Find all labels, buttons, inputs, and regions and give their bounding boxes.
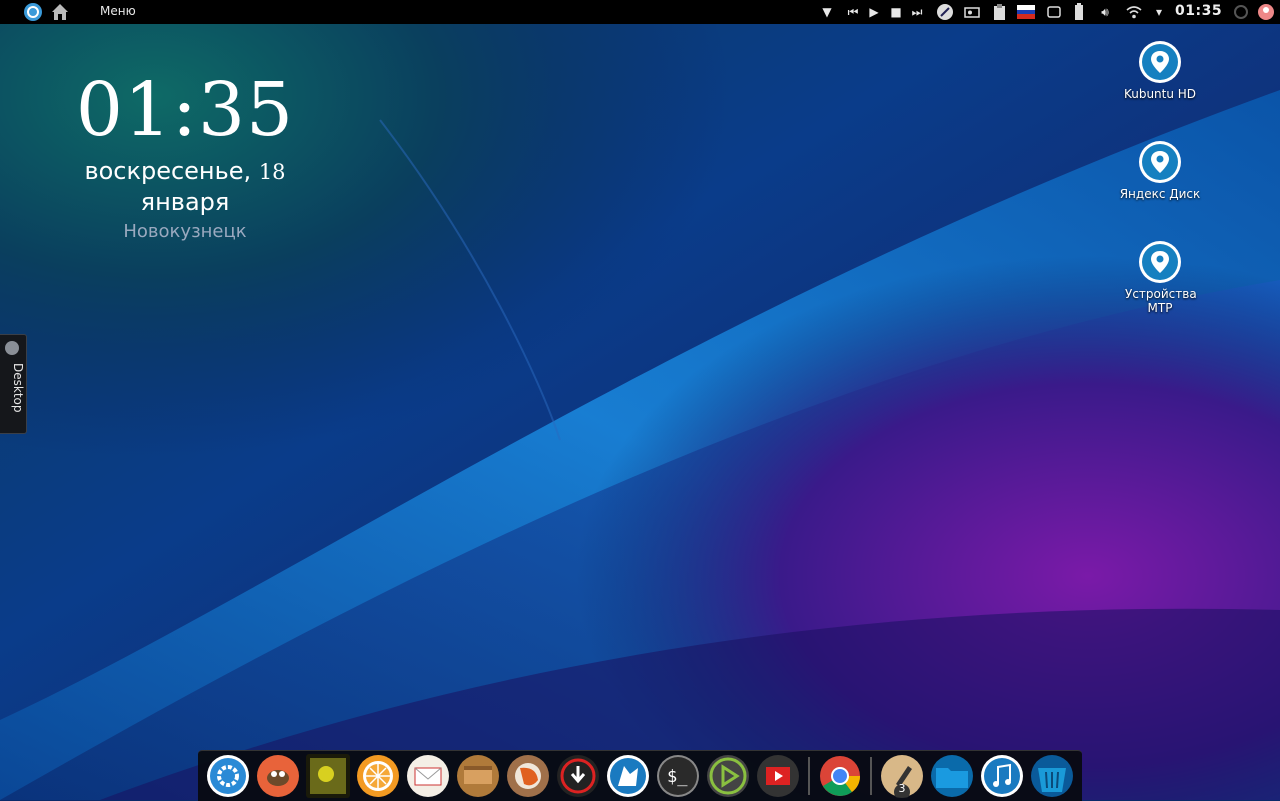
orange-slice-icon[interactable] bbox=[356, 754, 400, 798]
folder-icon[interactable] bbox=[930, 754, 974, 798]
location-pin-icon bbox=[1137, 39, 1183, 85]
package-box-icon[interactable] bbox=[456, 754, 500, 798]
battery-icon[interactable] bbox=[1070, 3, 1088, 21]
disk-drive-icon[interactable] bbox=[963, 3, 981, 21]
dock-separator bbox=[870, 757, 872, 795]
music-note-icon[interactable] bbox=[980, 754, 1024, 798]
home-icon[interactable] bbox=[50, 2, 70, 22]
dock-badge: 3 bbox=[898, 782, 906, 795]
stop-icon[interactable]: ■ bbox=[887, 3, 905, 21]
mail-envelope-icon[interactable] bbox=[406, 754, 450, 798]
previous-track-icon[interactable]: ⏮ bbox=[844, 3, 862, 21]
next-track-icon[interactable]: ⏭ bbox=[908, 3, 926, 21]
rocket-launcher-icon[interactable] bbox=[936, 3, 954, 21]
desktop-icon-mtp-devices[interactable]: Устройства MTP bbox=[1110, 239, 1210, 315]
dock-separator bbox=[808, 757, 810, 795]
kde-logo-icon[interactable] bbox=[23, 2, 43, 22]
volume-icon[interactable]: 🔊︎ bbox=[1096, 3, 1114, 21]
video-icon[interactable] bbox=[756, 754, 800, 798]
trash-icon[interactable] bbox=[1030, 754, 1074, 798]
desktop-icon-yandex-disk[interactable]: Яндекс Диск bbox=[1110, 139, 1210, 201]
arrow-down-icon[interactable]: ▾ bbox=[1150, 3, 1168, 21]
kde-gear-icon[interactable] bbox=[206, 754, 250, 798]
side-tab-label: Desktop bbox=[11, 363, 25, 413]
triangle-down-icon[interactable]: ▼ bbox=[818, 3, 836, 21]
window-icon[interactable] bbox=[1045, 3, 1063, 21]
user-avatar-icon[interactable] bbox=[1257, 3, 1275, 21]
top-panel: Меню ▼ ⏮ ▶ ■ ⏭ 🔊︎ ▾ 01:35 bbox=[0, 0, 1280, 24]
location-pin-icon bbox=[1137, 139, 1183, 185]
download-icon[interactable] bbox=[556, 754, 600, 798]
desktop-icon-label: Яндекс Диск bbox=[1119, 187, 1201, 201]
dock: $_ 3 bbox=[198, 750, 1082, 801]
desktop-side-tab[interactable]: Desktop bbox=[0, 334, 27, 434]
wolf-icon[interactable] bbox=[606, 754, 650, 798]
clock-time: 01:35 bbox=[75, 67, 295, 153]
clock-widget[interactable]: 01:35 воскресенье, 18 января Новокузнецк bbox=[50, 65, 320, 244]
clock-month: января bbox=[140, 188, 230, 216]
gimp-icon[interactable] bbox=[256, 754, 300, 798]
play-icon[interactable]: ▶ bbox=[865, 3, 883, 21]
desktop-icon-kubuntu-hd[interactable]: Kubuntu HD bbox=[1110, 39, 1210, 101]
russian-flag-icon[interactable] bbox=[1017, 3, 1035, 21]
desktop-icon-label: Kubuntu HD bbox=[1123, 87, 1197, 101]
play-triangle-icon[interactable] bbox=[706, 754, 750, 798]
toolbox-icon bbox=[5, 341, 19, 355]
wifi-icon[interactable] bbox=[1125, 3, 1143, 21]
svg-text:$_: $_ bbox=[667, 767, 688, 787]
chrome-icon[interactable] bbox=[818, 754, 862, 798]
clock-weekday: воскресенье, bbox=[84, 157, 252, 185]
clock-date: воскресенье, 18 bbox=[50, 157, 320, 186]
power-icon[interactable] bbox=[1232, 3, 1250, 21]
clock-city: Новокузнецк bbox=[123, 221, 247, 242]
panel-clock[interactable]: 01:35 bbox=[1175, 3, 1222, 19]
clock-day: 18 bbox=[258, 160, 286, 184]
clipboard-icon[interactable] bbox=[990, 3, 1008, 21]
terminal-icon[interactable]: $_ bbox=[656, 754, 700, 798]
menu-button[interactable]: Меню bbox=[100, 4, 136, 18]
firefox-icon[interactable] bbox=[506, 754, 550, 798]
location-pin-icon bbox=[1137, 239, 1183, 285]
photo-icon[interactable] bbox=[306, 754, 350, 798]
desktop-icon-label: Устройства MTP bbox=[1125, 287, 1197, 315]
